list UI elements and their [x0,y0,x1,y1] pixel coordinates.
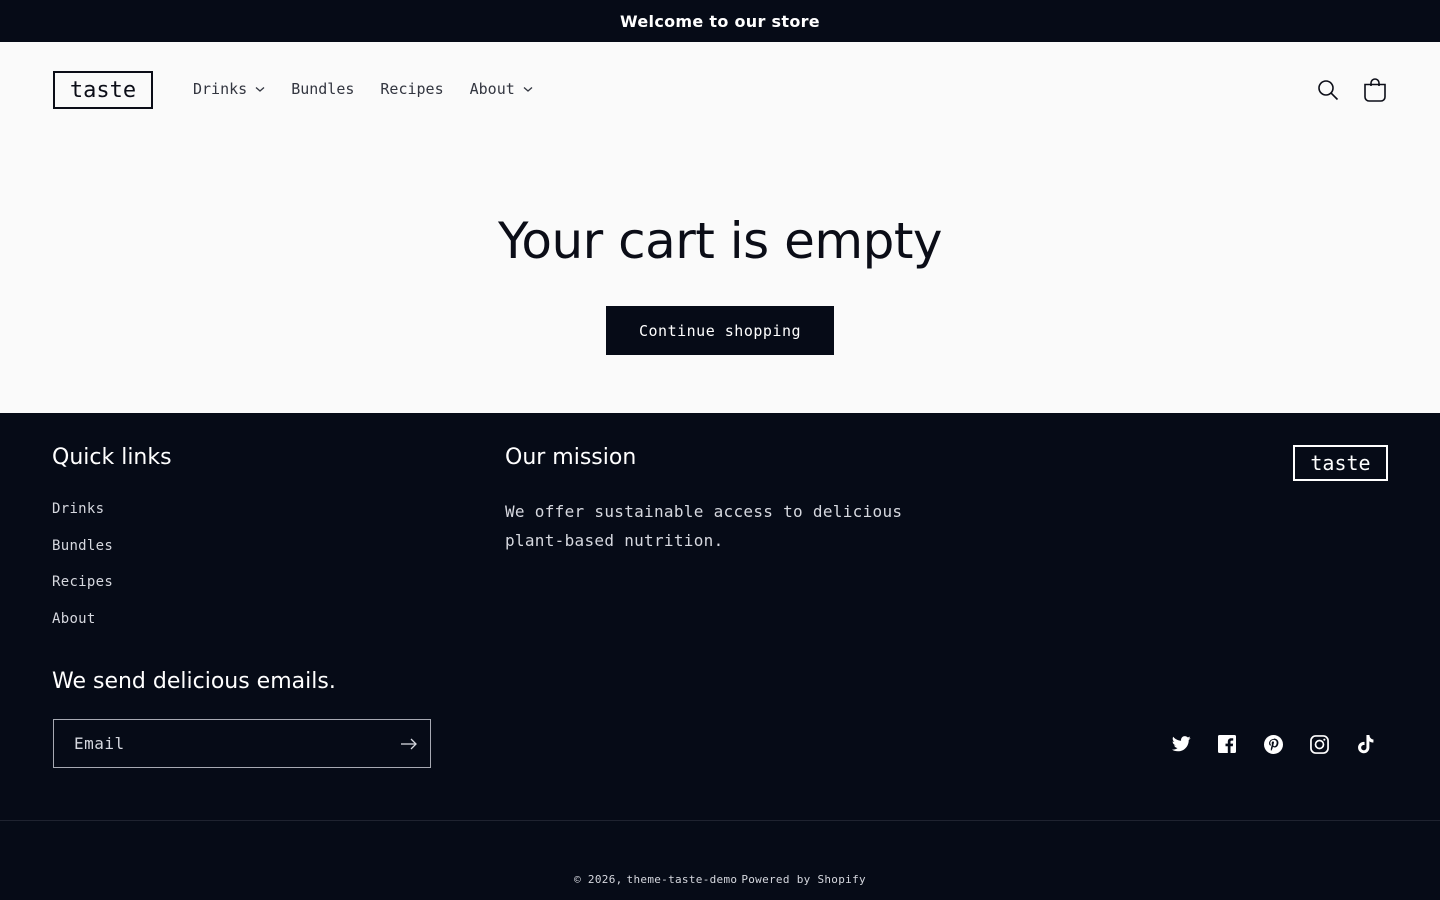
mission-text: We offer sustainable access to delicious… [505,502,903,550]
cart-main: Your cart is empty Continue shopping [0,138,1440,413]
cart-button[interactable] [1361,76,1389,104]
search-button[interactable] [1314,76,1342,104]
continue-shopping-button[interactable]: Continue shopping [606,306,834,355]
copyright-store-link[interactable]: theme-taste-demo [627,873,738,886]
footer-link-drinks[interactable]: Drinks [52,501,113,538]
header-icons [1295,76,1389,104]
announcement-text: Welcome to our store [620,11,820,31]
chevron-down-icon [523,87,533,92]
main-nav: Drinks Bundles Recipes About [193,80,559,98]
twitter-icon [1171,736,1191,752]
site-footer: Quick links Drinks Bundles Recipes About… [0,413,1440,900]
footer-link-bundles[interactable]: Bundles [52,538,113,575]
cart-icon [1364,78,1386,102]
quick-links-list: Drinks Bundles Recipes About [52,501,113,647]
instagram-icon [1309,734,1329,754]
quick-links-heading: Quick links [52,445,172,470]
nav-label-about: About [469,80,515,98]
nav-item-about[interactable]: About [470,80,533,98]
newsletter-heading: We send delicious emails. [52,669,336,694]
mission-heading: Our mission [505,445,637,470]
tiktok-link[interactable] [1354,733,1376,755]
footer-logo[interactable]: taste [1293,445,1388,481]
pinterest-link[interactable] [1262,733,1284,755]
nav-label-recipes: Recipes [380,80,444,98]
logo[interactable]: taste [53,71,153,109]
nav-label-bundles: Bundles [291,80,355,98]
powered-by-link[interactable]: Powered by Shopify [741,873,866,886]
tiktok-icon [1357,734,1373,753]
facebook-icon [1218,735,1236,753]
nav-item-drinks[interactable]: Drinks [193,80,265,98]
newsletter-form [53,719,431,768]
instagram-link[interactable] [1308,733,1330,755]
social-links [1146,733,1376,755]
twitter-link[interactable] [1170,733,1192,755]
search-icon [1318,80,1339,101]
copyright: © 2026, theme-taste-demo Powered by Shopif… [0,873,1440,886]
facebook-link[interactable] [1216,733,1238,755]
email-field[interactable] [54,734,384,753]
newsletter-submit-button[interactable] [394,729,424,759]
page-title: Your cart is empty [497,212,943,270]
arrow-right-icon [401,738,417,749]
chevron-down-icon [255,87,265,92]
footer-link-recipes[interactable]: Recipes [52,574,113,611]
nav-label-drinks: Drinks [193,80,248,98]
footer-divider [0,820,1440,821]
announcement-bar: Welcome to our store [0,0,1440,42]
nav-item-recipes[interactable]: Recipes [380,80,443,98]
nav-item-bundles[interactable]: Bundles [291,80,354,98]
footer-link-about[interactable]: About [52,611,113,648]
copyright-year: © 2026, [574,873,623,886]
site-header: taste Drinks Bundles Recipes About [0,42,1440,138]
pinterest-icon [1263,734,1283,754]
